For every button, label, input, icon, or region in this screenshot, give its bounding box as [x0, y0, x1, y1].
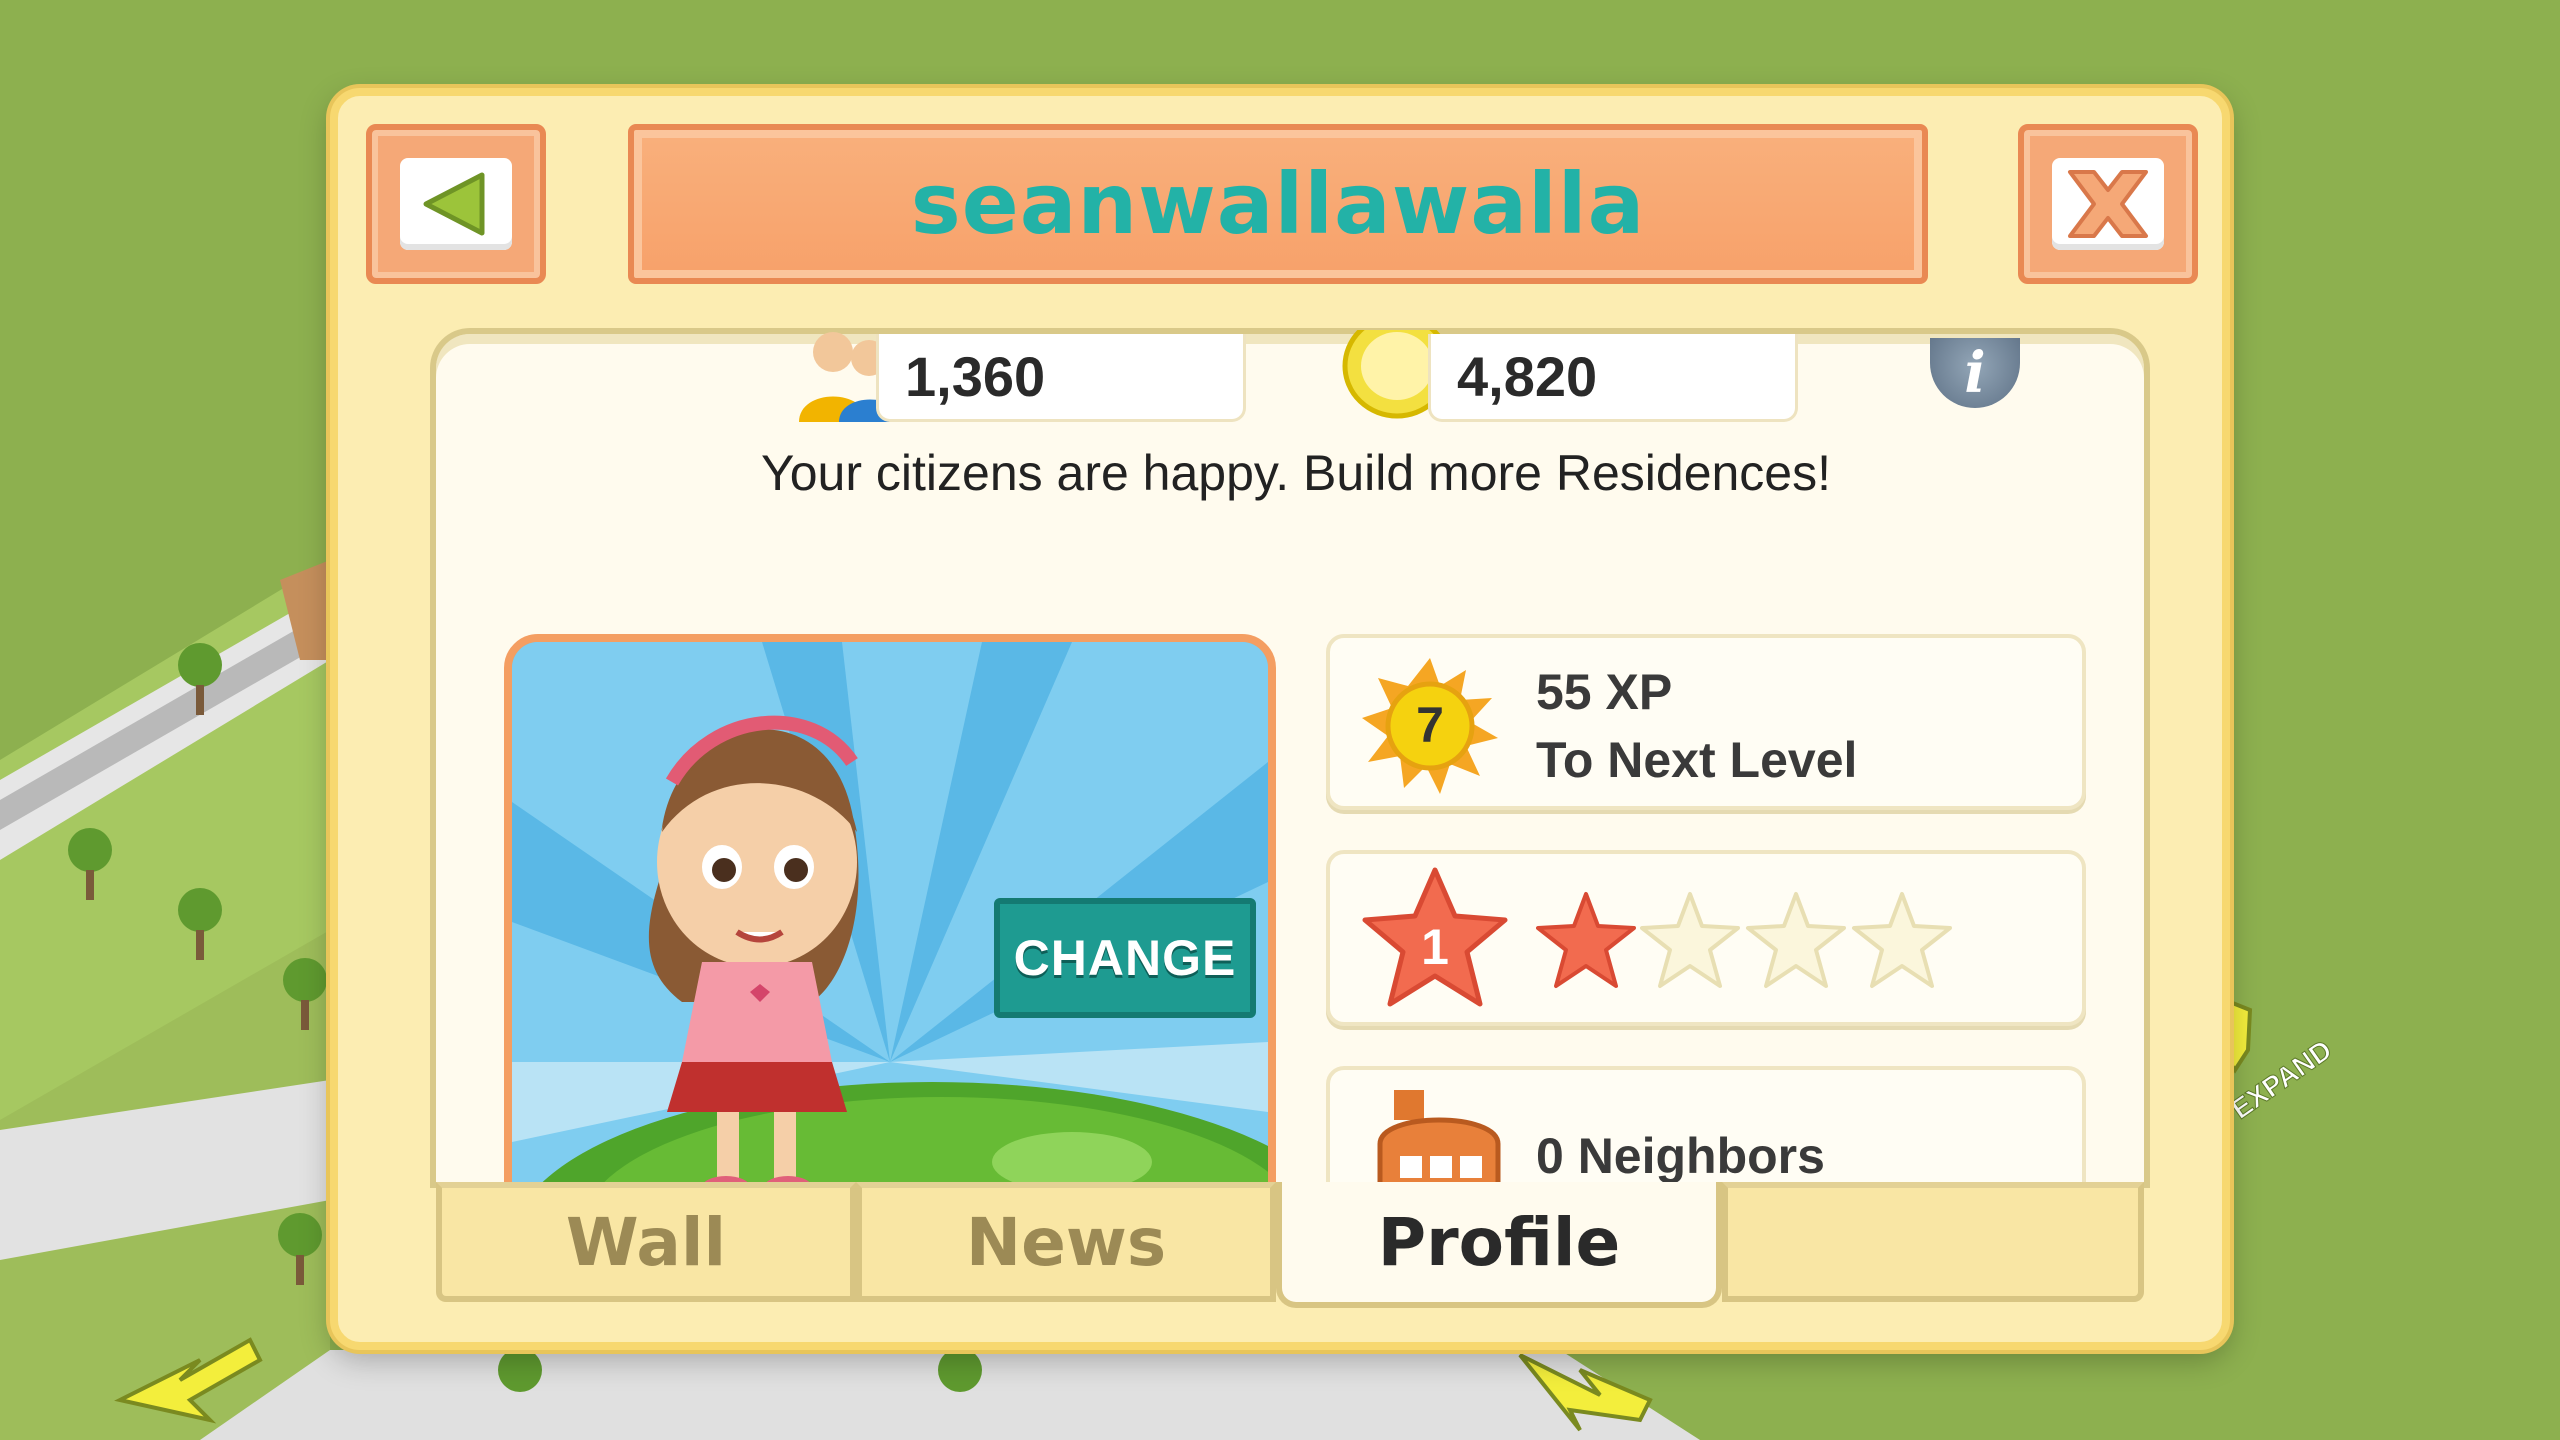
tab-wall[interactable]: Wall — [436, 1182, 856, 1302]
avatar-frame: CHANGE — [504, 634, 1276, 1234]
username-title: seanwallawalla — [910, 155, 1646, 253]
coins-value: 4,820 — [1457, 345, 1598, 408]
level-sun-icon: 7 — [1362, 658, 1498, 794]
xp-value: 55 XP — [1536, 664, 1673, 720]
coins-counter: 4,820 — [1428, 334, 1798, 422]
level-number: 7 — [1416, 697, 1444, 753]
info-icon[interactable]: i — [1930, 338, 2020, 408]
progress-star-empty-icon — [1746, 892, 1846, 988]
rank-card: 1 — [1326, 850, 2086, 1026]
profile-content: 1,360 4,820 i Your citizens are happy. B… — [430, 328, 2150, 1242]
tab-bar: Wall News Profile — [430, 1182, 2150, 1308]
neighbors-count: 0 Neighbors — [1536, 1128, 1825, 1184]
tab-news[interactable]: News — [856, 1182, 1276, 1302]
rank-number: 1 — [1421, 919, 1449, 975]
tab-empty — [1722, 1182, 2144, 1302]
progress-star-empty-icon — [1640, 892, 1740, 988]
population-value: 1,360 — [905, 345, 1046, 408]
xp-caption: To Next Level — [1536, 732, 1858, 788]
back-button[interactable] — [366, 124, 546, 284]
population-counter: 1,360 — [876, 334, 1246, 422]
rank-star-icon: 1 — [1362, 867, 1508, 1007]
progress-star-filled-icon — [1536, 892, 1636, 988]
title-bar: seanwallawalla — [628, 124, 1928, 284]
change-avatar-button[interactable]: CHANGE — [994, 898, 1256, 1018]
profile-dialog: seanwallawalla 1,360 4,820 i Your citize… — [330, 88, 2230, 1350]
rank-progress-stars — [1536, 892, 1952, 988]
back-arrow-icon — [423, 172, 485, 236]
close-icon — [2068, 170, 2148, 238]
progress-star-empty-icon — [1852, 892, 1952, 988]
level-card: 7 55 XP To Next Level — [1326, 634, 2086, 810]
status-message: Your citizens are happy. Build more Resi… — [760, 445, 1832, 501]
tab-profile[interactable]: Profile — [1276, 1182, 1722, 1308]
close-button[interactable] — [2018, 124, 2198, 284]
